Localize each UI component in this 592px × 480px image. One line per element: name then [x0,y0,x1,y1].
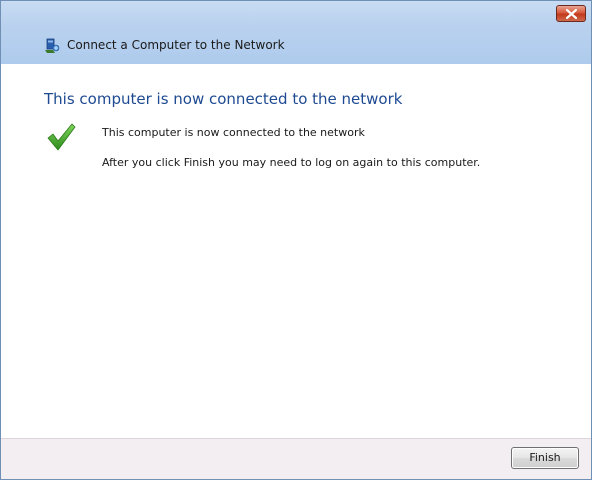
finish-button[interactable]: Finish [511,447,579,469]
network-computer-icon [45,38,60,53]
button-bar: Finish [1,438,591,479]
wizard-window: Connect a Computer to the Network This c… [0,0,592,480]
checkmark-icon [47,123,76,151]
close-icon [566,9,577,19]
close-button[interactable] [556,5,586,22]
title-bar: Connect a Computer to the Network [1,1,591,64]
wizard-title: Connect a Computer to the Network [67,38,285,52]
page-heading: This computer is now connected to the ne… [44,90,403,108]
info-text: After you click Finish you may need to l… [102,156,481,169]
status-text: This computer is now connected to the ne… [102,126,365,139]
